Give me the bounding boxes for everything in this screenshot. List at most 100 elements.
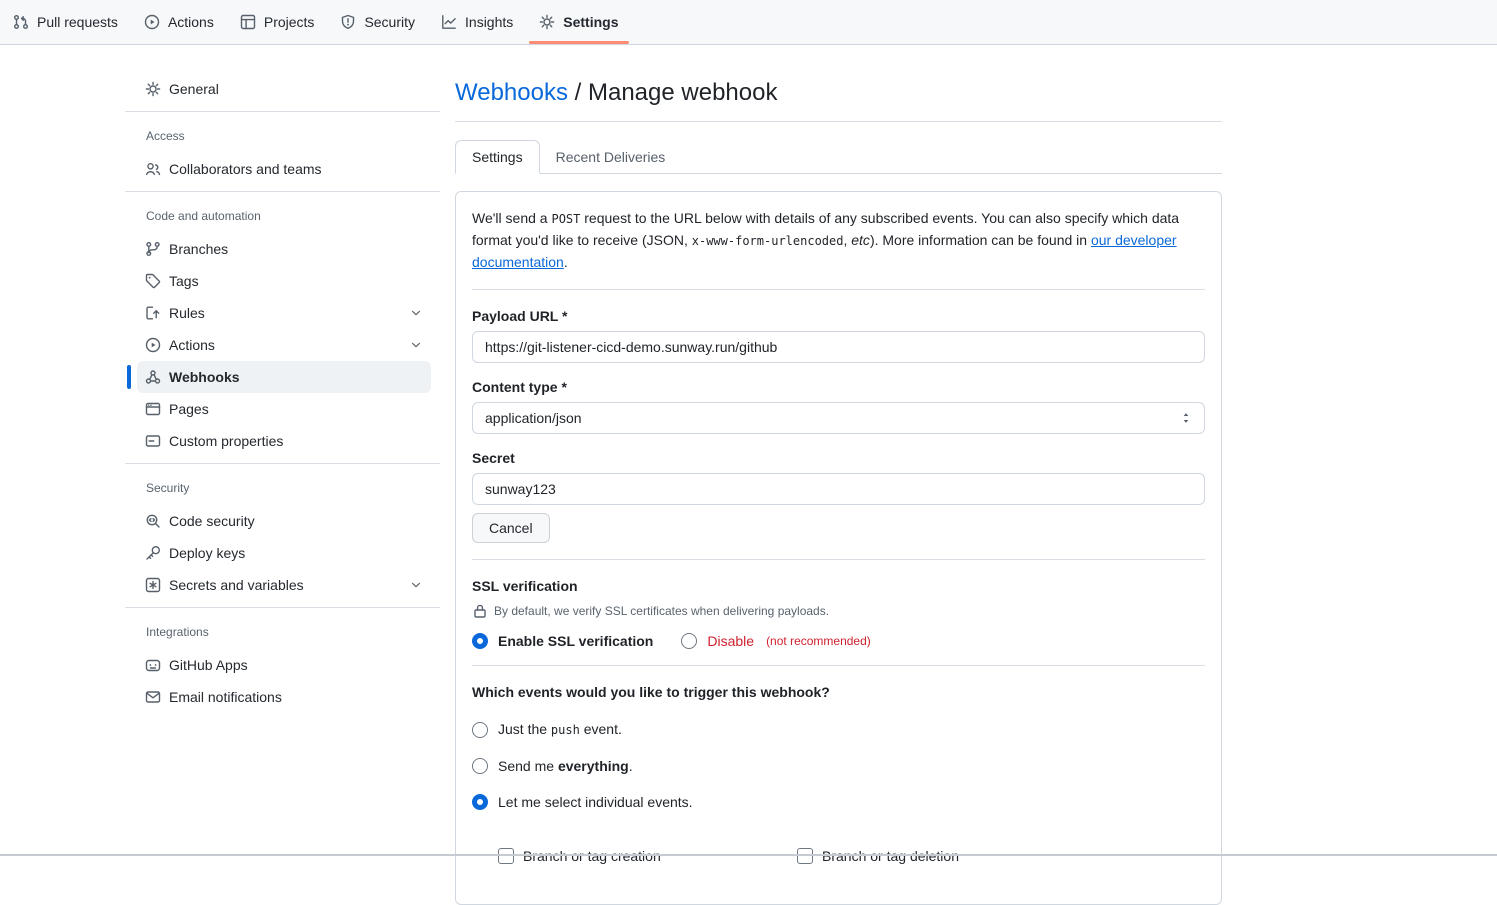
branch-or-tag-deletion-checkbox[interactable]	[797, 848, 813, 864]
nav-tab-settings[interactable]: Settings	[526, 0, 631, 44]
ssl-note-text: By default, we verify SSL certificates w…	[494, 604, 829, 618]
urlencoded-code: x-www-form-urlencoded	[692, 234, 844, 248]
form-divider	[472, 665, 1205, 666]
nav-tab-insights[interactable]: Insights	[428, 0, 526, 44]
sidebar-item-collaborators-and-teams[interactable]: Collaborators and teams	[137, 153, 431, 185]
sidebar-item-email-notifications[interactable]: Email notifications	[137, 681, 431, 713]
disable-ssl-radio[interactable]	[681, 633, 697, 649]
payload-url-input[interactable]	[472, 331, 1205, 363]
nav-tab-security[interactable]: Security	[327, 0, 428, 44]
sidebar-divider	[125, 463, 440, 464]
tag-icon	[145, 273, 161, 289]
webhook-icon	[145, 369, 161, 385]
event-option-everything: Send me everything.	[472, 756, 1205, 776]
sidebar-divider	[125, 191, 440, 192]
table-icon	[240, 14, 256, 30]
content-type-select[interactable]: application/json	[472, 402, 1205, 434]
chevron-down-icon	[409, 578, 423, 592]
sidebar-item-secrets-and-variables[interactable]: Secrets and variables	[137, 569, 431, 601]
sidebar-item-label: Custom properties	[169, 433, 423, 449]
breadcrumb-separator: /	[575, 79, 582, 106]
sidebar-item-deploy-keys[interactable]: Deploy keys	[137, 537, 431, 569]
title-divider	[455, 121, 1222, 122]
events-question: Which events would you like to trigger t…	[472, 682, 1205, 703]
sidebar-item-label: Actions	[169, 337, 401, 353]
webhook-settings-main: Webhooks / Manage webhook Settings Recen…	[455, 45, 1222, 905]
tab-recent-deliveries[interactable]: Recent Deliveries	[540, 141, 682, 173]
sidebar-item-webhooks[interactable]: Webhooks	[137, 361, 431, 393]
event-option-individual: Let me select individual events.	[472, 792, 1205, 812]
shield-icon	[340, 14, 356, 30]
everything-radio[interactable]	[472, 758, 488, 774]
sidebar-item-general[interactable]: General	[137, 73, 431, 105]
asterisk-box-icon	[145, 577, 161, 593]
sidebar-item-tags[interactable]: Tags	[137, 265, 431, 297]
nav-tab-pull-requests[interactable]: Pull requests	[0, 0, 131, 44]
sidebar-section-security: Security	[125, 476, 440, 500]
unfold-icon	[1178, 410, 1194, 426]
tab-settings[interactable]: Settings	[455, 140, 540, 174]
mail-icon	[145, 689, 161, 705]
nav-label: Security	[364, 14, 415, 30]
sidebar-item-github-apps[interactable]: GitHub Apps	[137, 649, 431, 681]
breadcrumb-webhooks-link[interactable]: Webhooks	[455, 79, 568, 106]
rules-icon	[145, 305, 161, 321]
sidebar-item-actions[interactable]: Actions	[137, 329, 431, 361]
sidebar-item-label: Collaborators and teams	[169, 161, 423, 177]
sidebar-section-integrations: Integrations	[125, 620, 440, 644]
branch-or-tag-creation-checkbox[interactable]	[498, 848, 514, 864]
codescan-icon	[145, 513, 161, 529]
nav-tab-actions[interactable]: Actions	[131, 0, 227, 44]
secret-label: Secret	[472, 448, 1205, 469]
selected-item-accent-bar	[127, 365, 131, 389]
gear-icon	[145, 81, 161, 97]
webhook-tabnav: Settings Recent Deliveries	[455, 138, 1222, 174]
horizontal-scrollbar[interactable]	[0, 854, 1497, 856]
everything-label: Send me everything.	[498, 756, 633, 776]
branch-or-tag-deletion-label: Branch or tag deletion	[822, 848, 959, 864]
push-event-radio[interactable]	[472, 722, 488, 738]
disable-ssl-option: Disable (not recommended)	[681, 633, 870, 649]
enable-ssl-option: Enable SSL verification	[472, 633, 653, 649]
nav-label: Insights	[465, 14, 513, 30]
key-icon	[145, 545, 161, 561]
gear-icon	[539, 14, 555, 30]
payload-url-label: Payload URL *	[472, 306, 1205, 327]
sidebar-item-label: Pages	[169, 401, 423, 417]
settings-sidebar: General Access Collaborators and teams C…	[125, 45, 440, 713]
content-type-label: Content type *	[472, 377, 1205, 398]
sidebar-item-label: Rules	[169, 305, 401, 321]
sidebar-item-branches[interactable]: Branches	[137, 233, 431, 265]
chevron-down-icon	[409, 306, 423, 320]
disable-ssl-label: Disable	[707, 633, 754, 649]
disable-ssl-note: (not recommended)	[766, 634, 871, 648]
sidebar-divider	[125, 607, 440, 608]
form-divider	[472, 559, 1205, 560]
git-branch-icon	[145, 241, 161, 257]
secret-input[interactable]	[472, 473, 1205, 505]
individual-events-radio[interactable]	[472, 794, 488, 810]
enable-ssl-radio[interactable]	[472, 633, 488, 649]
sidebar-item-label: General	[169, 81, 423, 97]
enable-ssl-label: Enable SSL verification	[498, 633, 653, 649]
secret-field-group: Secret	[472, 448, 1205, 505]
note-icon	[145, 433, 161, 449]
nav-tab-projects[interactable]: Projects	[227, 0, 328, 44]
people-icon	[145, 161, 161, 177]
post-code: POST	[551, 212, 580, 226]
ssl-radio-row: Enable SSL verification Disable (not rec…	[472, 633, 1205, 649]
sidebar-item-pages[interactable]: Pages	[137, 393, 431, 425]
sidebar-item-label: Branches	[169, 241, 423, 257]
sidebar-item-code-security[interactable]: Code security	[137, 505, 431, 537]
sidebar-item-label: GitHub Apps	[169, 657, 423, 673]
page-title: Webhooks / Manage webhook	[455, 78, 1222, 108]
sidebar-item-custom-properties[interactable]: Custom properties	[137, 425, 431, 457]
cancel-button[interactable]: Cancel	[472, 513, 550, 543]
sidebar-item-label: Deploy keys	[169, 545, 423, 561]
push-event-label: Just the push event.	[498, 719, 622, 740]
sidebar-section-code-and-automation: Code and automation	[125, 204, 440, 228]
event-checkbox-branch-deletion: Branch or tag deletion	[797, 848, 1205, 864]
lock-icon	[472, 603, 488, 619]
sidebar-item-rules[interactable]: Rules	[137, 297, 431, 329]
repo-nav: Pull requests Actions Projects Security …	[0, 0, 1497, 45]
